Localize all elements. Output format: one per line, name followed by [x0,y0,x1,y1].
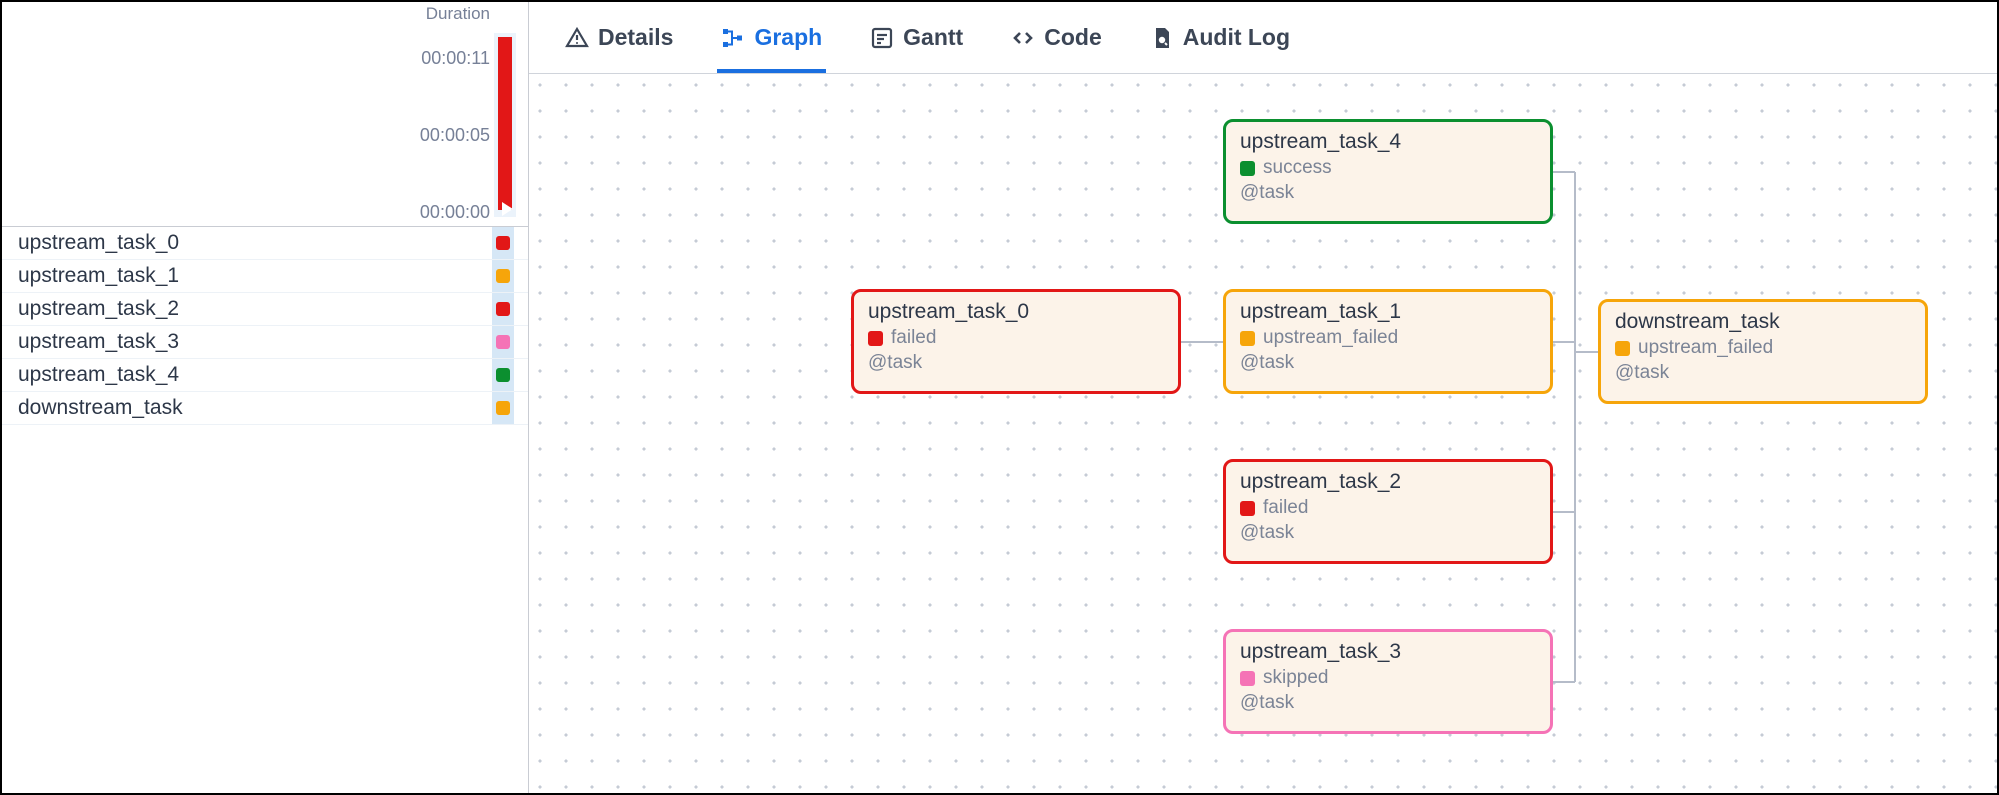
node-status-line: failed [868,327,1164,349]
node-operator: @task [1240,182,1536,204]
node-title: upstream_task_3 [1240,640,1536,664]
tab-code[interactable]: Code [1007,2,1106,73]
tab-label: Gantt [903,24,963,51]
node-status-label: failed [1263,497,1308,519]
code-icon [1011,26,1035,50]
edge [1181,341,1223,343]
node-title: upstream_task_0 [868,300,1164,324]
task-row-upstream_task_3[interactable]: upstream_task_3 [2,326,528,359]
task-name: upstream_task_4 [18,363,179,387]
node-operator: @task [868,352,1164,374]
tab-label: Graph [754,24,822,51]
node-status-label: skipped [1263,667,1329,689]
status-chip [496,302,510,316]
edge [1553,681,1575,683]
edge [1574,172,1576,352]
node-status-line: upstream_failed [1615,337,1911,359]
tabbar: Details Graph Gantt Code Audit Log [529,2,1997,74]
tab-audit-log[interactable]: Audit Log [1146,2,1294,73]
status-chip [496,368,510,382]
status-square [1615,341,1630,356]
task-list: upstream_task_0 upstream_task_1 upstream_t… [2,227,528,425]
play-icon [502,202,513,216]
graph-node-downstream_task[interactable]: downstream_task upstream_failed @task [1598,299,1928,404]
tab-label: Audit Log [1183,24,1290,51]
task-row-upstream_task_2[interactable]: upstream_task_2 [2,293,528,326]
tab-label: Details [598,24,673,51]
node-status-label: success [1263,157,1332,179]
node-title: upstream_task_1 [1240,300,1536,324]
status-chip-slot [492,326,514,358]
sidebar: Duration 00:00:11 00:00:05 00:00:00 upst… [2,2,529,793]
status-chip-slot [492,293,514,325]
status-chip [496,335,510,349]
tab-details[interactable]: Details [561,2,677,73]
task-name: upstream_task_0 [18,231,179,255]
graph-node-upstream_task_1[interactable]: upstream_task_1 upstream_failed @task [1223,289,1553,394]
node-operator: @task [1615,362,1911,384]
duration-bar[interactable] [498,37,512,210]
tab-graph[interactable]: Graph [717,2,826,73]
node-operator: @task [1240,522,1536,544]
status-chip-slot [492,392,514,424]
node-status-line: failed [1240,497,1536,519]
node-status-line: skipped [1240,667,1536,689]
graph-icon [721,26,745,50]
status-chip [496,401,510,415]
node-operator: @task [1240,352,1536,374]
status-chip [496,269,510,283]
task-row-upstream_task_0[interactable]: upstream_task_0 [2,227,528,260]
edge [1574,352,1576,682]
task-name: downstream_task [18,396,183,420]
task-row-upstream_task_4[interactable]: upstream_task_4 [2,359,528,392]
node-operator: @task [1240,692,1536,714]
task-row-upstream_task_1[interactable]: upstream_task_1 [2,260,528,293]
document-icon [1150,26,1174,50]
task-name: upstream_task_1 [18,264,179,288]
task-name: upstream_task_3 [18,330,179,354]
edge [1575,351,1598,353]
status-square [868,331,883,346]
duration-tick: 00:00:05 [420,125,490,146]
duration-tick: 00:00:00 [420,202,490,223]
node-title: downstream_task [1615,310,1911,334]
graph-node-upstream_task_3[interactable]: upstream_task_3skipped @task [1223,629,1553,734]
status-chip [496,236,510,250]
status-chip-slot [492,260,514,292]
node-status-label: upstream_failed [1263,327,1398,349]
node-title: upstream_task_4 [1240,130,1536,154]
status-square [1240,331,1255,346]
status-square [1240,671,1255,686]
task-name: upstream_task_2 [18,297,179,321]
node-status-label: failed [891,327,936,349]
list-icon [870,26,894,50]
edge [1553,171,1575,173]
status-chip-slot [492,359,514,391]
status-square [1240,161,1255,176]
status-square [1240,501,1255,516]
warning-icon [565,26,589,50]
tab-gantt[interactable]: Gantt [866,2,967,73]
edge [1553,341,1575,343]
node-title: upstream_task_2 [1240,470,1536,494]
duration-label: Duration [426,4,490,24]
edge [1553,511,1575,513]
duration-tick: 00:00:11 [421,48,490,69]
app-frame: Duration 00:00:11 00:00:05 00:00:00 upst… [0,0,1999,795]
node-status-line: upstream_failed [1240,327,1536,349]
graph-canvas[interactable]: upstream_task_4success@taskupstream_task… [529,74,1997,793]
node-status-line: success [1240,157,1536,179]
main-panel: Details Graph Gantt Code Audit Log upstream_… [529,2,1997,793]
node-status-label: upstream_failed [1638,337,1773,359]
duration-panel: Duration 00:00:11 00:00:05 00:00:00 [2,2,528,227]
graph-node-upstream_task_4[interactable]: upstream_task_4success @task [1223,119,1553,224]
status-chip-slot [492,227,514,259]
task-row-downstream_task[interactable]: downstream_task [2,392,528,425]
graph-node-upstream_task_0[interactable]: upstream_task_0failed @task [851,289,1181,394]
tab-label: Code [1044,24,1102,51]
graph-node-upstream_task_2[interactable]: upstream_task_2failed @task [1223,459,1553,564]
